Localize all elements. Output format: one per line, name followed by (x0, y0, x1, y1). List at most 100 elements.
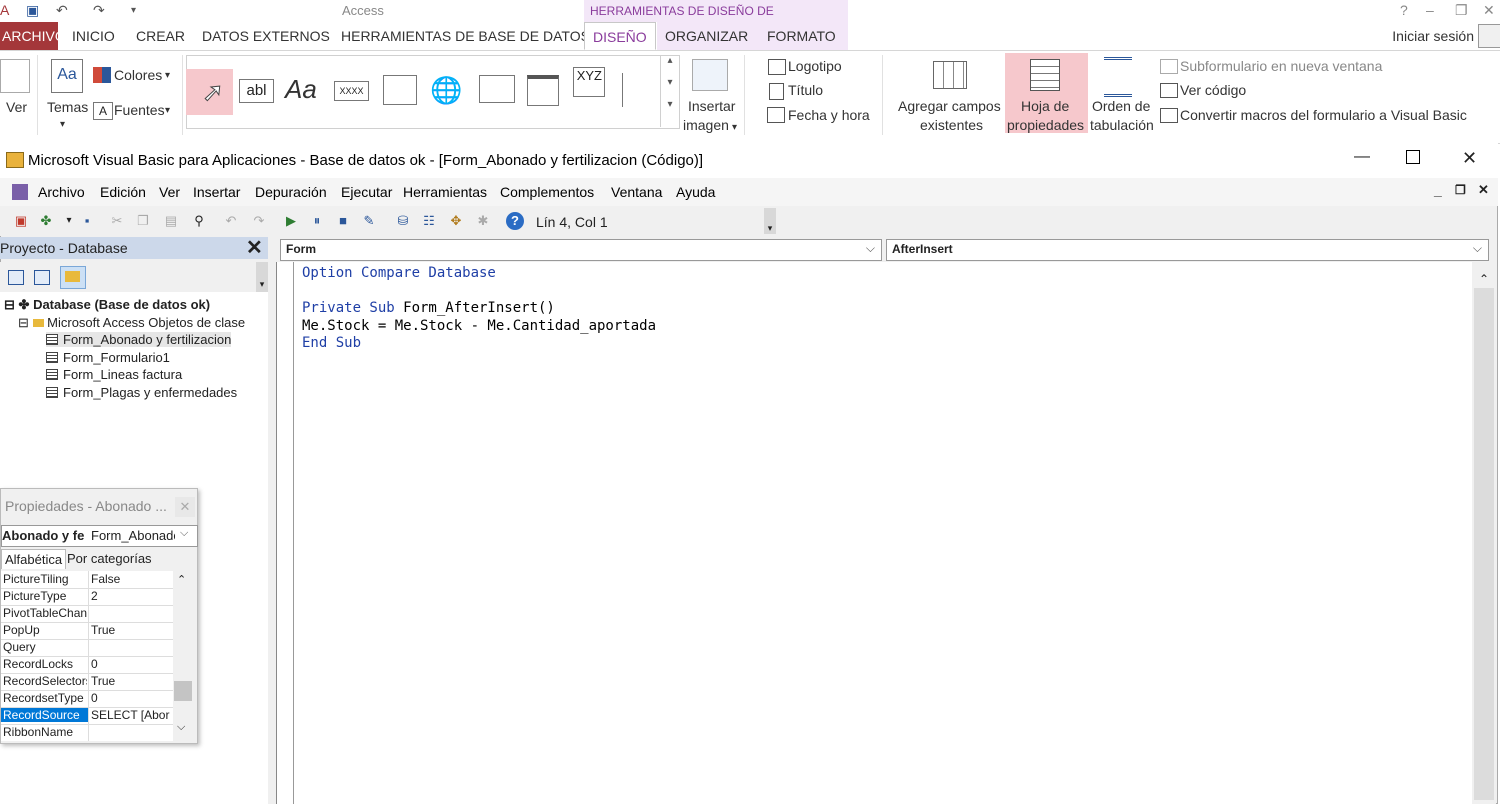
vba-redo-icon[interactable]: ↷ (250, 212, 268, 230)
procedure-combo[interactable]: AfterInsert ⌵ (886, 239, 1489, 261)
view-code-small-icon[interactable] (8, 270, 24, 285)
insert-image-button-line2[interactable]: imagen (683, 116, 729, 135)
prop-value[interactable]: 0 (91, 657, 173, 671)
save-project-icon[interactable]: ▪ (78, 212, 96, 230)
design-mode-icon[interactable]: ✎ (360, 212, 378, 230)
menu-complementos[interactable]: Complementos (500, 184, 594, 200)
option-group-tool-icon[interactable]: XYZ (573, 67, 605, 97)
menu-ver[interactable]: Ver (159, 184, 180, 200)
child-close-icon[interactable]: ✕ (1478, 182, 1489, 198)
menu-herramientas[interactable]: Herramientas (403, 184, 487, 200)
run-icon[interactable]: ▶ (282, 212, 300, 230)
tab-control-tool-icon[interactable] (383, 75, 417, 105)
prop-value[interactable]: True (91, 674, 173, 688)
toolbar-options-icon[interactable]: ▾ (764, 208, 776, 234)
page-break-tool-icon[interactable] (622, 73, 653, 107)
prop-value[interactable]: 0 (91, 691, 173, 705)
scroll-down-icon[interactable]: ⌵ (177, 721, 185, 734)
menu-ejecutar[interactable]: Ejecutar (341, 184, 392, 200)
tab-crear[interactable]: CREAR (128, 22, 193, 50)
prop-row[interactable]: PivotTableChan (1, 605, 173, 623)
collapse-icon[interactable]: ⊟ (4, 297, 15, 312)
themes-dropdown-icon[interactable]: ▾ (60, 115, 65, 134)
vba-minimize-icon[interactable]: — (1354, 148, 1370, 166)
customize-qat-icon[interactable]: ▾ (131, 5, 136, 16)
save-icon[interactable]: ▣ (26, 2, 39, 19)
child-minimize-icon[interactable]: _ (1434, 182, 1442, 198)
code-scroll-up-icon[interactable]: ⌃ (1479, 272, 1489, 286)
view-button[interactable]: Ver (6, 98, 27, 117)
prop-value[interactable]: True (91, 623, 173, 637)
themes-button[interactable]: Temas (47, 98, 88, 117)
tab-archivo[interactable]: ARCHIVO (0, 22, 66, 50)
vba-close-icon[interactable]: ✕ (1462, 148, 1477, 169)
menu-depuracion[interactable]: Depuración (255, 184, 327, 200)
properties-scrollbar[interactable]: ⌃ ⌵ (173, 571, 193, 741)
tree-folder[interactable]: ⊟ Microsoft Access Objetos de clase (18, 315, 245, 331)
view-code-button[interactable]: Ver código (1180, 81, 1246, 100)
menu-archivo[interactable]: Archivo (38, 184, 85, 200)
tab-order-button[interactable]: Orden de (1092, 97, 1150, 116)
logo-button[interactable]: Logotipo (788, 57, 842, 76)
label-tool-icon[interactable]: Aa (285, 74, 317, 105)
prop-row[interactable]: Query (1, 639, 173, 657)
project-explorer-icon[interactable]: ⛁ (394, 212, 412, 230)
scroll-thumb[interactable] (174, 681, 192, 701)
prop-value[interactable]: False (91, 572, 173, 586)
project-toolbar-options-icon[interactable]: ▾ (256, 262, 268, 292)
help-vba-icon[interactable]: ? (506, 212, 524, 230)
code-scroll-thumb[interactable] (1474, 288, 1494, 800)
prop-row[interactable]: RecordsetType 0 (1, 690, 173, 708)
themes-icon[interactable]: Aa (51, 59, 83, 93)
project-close-icon[interactable]: ✕ (246, 235, 263, 260)
paste-icon[interactable]: ▤ (162, 212, 180, 230)
property-sheet-button-bg[interactable]: Hoja de propiedades (1005, 53, 1088, 133)
break-icon[interactable]: ⏸ (308, 212, 326, 230)
view-access-icon[interactable]: ▣ (12, 212, 30, 230)
reset-icon[interactable]: ■ (334, 212, 352, 230)
splitter[interactable] (268, 237, 276, 804)
title-button[interactable]: Título (788, 81, 823, 100)
prop-row[interactable]: RecordLocks 0 (1, 656, 173, 674)
tab-herramientas-bd[interactable]: HERRAMIENTAS DE BASE DE DATOS (333, 22, 598, 50)
object-browser-icon[interactable]: ✥ (447, 212, 465, 230)
user-avatar-icon[interactable] (1478, 24, 1500, 48)
insert-image-dropdown-icon[interactable]: ▾ (732, 118, 737, 137)
tab-formato[interactable]: FORMATO (759, 22, 848, 50)
subform-new-window-button[interactable]: Subformulario en nueva ventana (1180, 57, 1382, 76)
textbox-tool-icon[interactable]: abl (239, 79, 274, 103)
restore-icon[interactable]: ❐ (1455, 2, 1468, 19)
prop-row[interactable]: PopUp True (1, 622, 173, 640)
cut-icon[interactable]: ✂ (108, 212, 126, 230)
fonts-dropdown-icon[interactable]: ▾ (165, 101, 170, 120)
tree-root[interactable]: ⊟ ✤ Database (Base de datos ok) (4, 297, 210, 313)
prop-value[interactable]: SELECT [Abor (91, 708, 173, 722)
colors-dropdown-icon[interactable]: ▾ (165, 66, 170, 85)
toggle-folders-button[interactable] (60, 266, 86, 289)
menu-ayuda[interactable]: Ayuda (676, 184, 715, 200)
tab-inicio[interactable]: INICIO (64, 22, 123, 50)
insert-image-icon[interactable] (692, 59, 728, 91)
object-combo[interactable]: Form ⌵ (280, 239, 882, 261)
add-existing-fields-button[interactable]: Agregar campos (898, 97, 1001, 116)
vba-maximize-icon[interactable] (1406, 150, 1420, 164)
child-restore-icon[interactable]: ❐ (1455, 183, 1466, 197)
properties-window-icon[interactable]: ☷ (420, 212, 438, 230)
button-tool-icon[interactable]: XXXX (334, 81, 369, 101)
add-existing-fields-icon[interactable] (933, 61, 967, 89)
tab-por-categorias[interactable]: Por categorías (64, 549, 155, 568)
select-tool-icon[interactable]: ➚ (186, 69, 233, 115)
tree-item-form-formulario1[interactable]: Form_Formulario1 (46, 350, 170, 365)
prop-row[interactable]: PictureTiling False (1, 571, 173, 589)
tab-order-button-line2[interactable]: tabulación (1090, 116, 1154, 135)
gallery-scroll[interactable]: ▴ ▾ ▾ (660, 55, 679, 127)
copy-icon[interactable]: ❐ (134, 212, 152, 230)
convert-macros-button[interactable]: Convertir macros del formulario a Visual… (1180, 106, 1467, 125)
tab-diseno[interactable]: DISEÑO (584, 22, 656, 50)
redo-icon[interactable]: ↷ (93, 2, 105, 19)
minimize-icon[interactable]: – (1426, 2, 1434, 18)
tab-datos-externos[interactable]: DATOS EXTERNOS (194, 22, 338, 50)
menu-ventana[interactable]: Ventana (611, 184, 662, 200)
combo-dropdown-icon[interactable]: ⌵ (180, 527, 188, 540)
fonts-button[interactable]: Fuentes (114, 101, 165, 120)
